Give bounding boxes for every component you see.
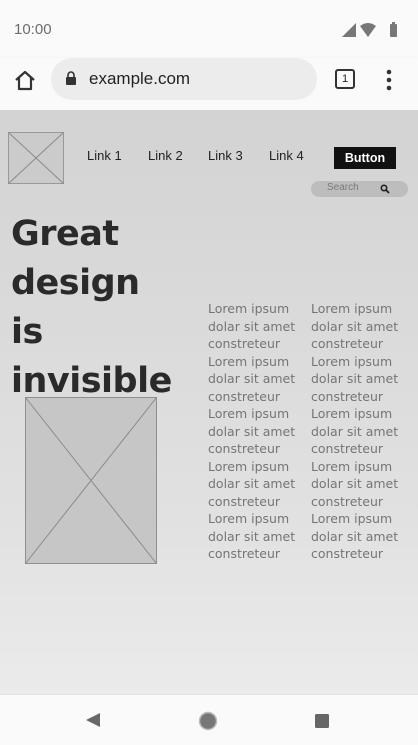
text-line: Lorem ipsum — [311, 458, 393, 474]
text-line: Lorem ipsum — [208, 353, 290, 369]
text-line: Lorem ipsum — [311, 301, 393, 316]
text-line: constreteur — [311, 441, 384, 456]
text-line: dolar sit amet — [311, 476, 399, 491]
text-line: dolar sit amet — [311, 423, 399, 439]
system-nav-bar — [0, 694, 418, 745]
text-line: constreteur — [208, 388, 281, 404]
status-bar: 10:00 — [0, 0, 418, 58]
text-line: constreteur — [208, 493, 281, 509]
back-button[interactable] — [85, 712, 101, 732]
recents-button[interactable] — [314, 713, 330, 733]
logo-placeholder — [8, 132, 64, 184]
nav-link-1[interactable]: Link 1 — [87, 148, 122, 163]
overflow-menu-icon — [386, 69, 392, 91]
home-icon — [198, 711, 218, 731]
tabs-button[interactable]: 1 — [335, 69, 355, 89]
text-line: Lorem ipsum — [311, 353, 393, 369]
url-text: example.com — [89, 69, 191, 88]
text-line: constreteur — [311, 493, 384, 509]
nav-link-4[interactable]: Link 4 — [269, 148, 304, 163]
text-line: constreteur — [208, 336, 281, 351]
hero-image-placeholder — [25, 397, 157, 564]
home-button[interactable] — [12, 68, 38, 94]
nav-link-3[interactable]: Link 3 — [208, 148, 243, 163]
address-bar[interactable]: example.com — [51, 58, 317, 100]
tabs-icon: 1 — [341, 73, 349, 85]
text-line: Lorem ipsum — [208, 301, 290, 316]
text-line: Lorem ipsum — [311, 406, 393, 421]
text-column-2: Lorem ipsum dolar sit amet constreteur L… — [311, 300, 409, 563]
search-input[interactable]: Search — [311, 181, 408, 197]
text-line: Lorem ipsum — [208, 406, 290, 421]
text-line: dolar sit amet — [208, 423, 296, 439]
text-line: dolar sit amet — [311, 371, 399, 386]
text-column-1: Lorem ipsum dolar sit amet constreteur L… — [208, 300, 306, 563]
overflow-menu-button[interactable] — [384, 68, 394, 92]
battery-icon — [390, 22, 397, 37]
back-icon — [86, 713, 100, 727]
signal-icon — [342, 23, 356, 37]
text-line: constreteur — [311, 546, 384, 561]
text-line: dolar sit amet — [311, 528, 399, 544]
image-placeholder-icon — [8, 132, 64, 184]
status-time: 10:00 — [14, 21, 52, 38]
recents-icon — [315, 714, 329, 728]
status-icons — [342, 22, 400, 38]
header-button[interactable]: Button — [334, 147, 396, 169]
search-placeholder: Search — [327, 182, 359, 193]
text-line: constreteur — [208, 546, 281, 561]
text-line: constreteur — [311, 388, 384, 404]
text-line: Lorem ipsum — [208, 458, 290, 474]
image-placeholder-icon — [25, 397, 157, 564]
headline-line: Great design — [11, 214, 140, 303]
text-line: dolar sit amet — [311, 318, 399, 334]
text-line: dolar sit amet — [208, 528, 296, 544]
home-icon — [15, 70, 35, 91]
text-line: dolar sit amet — [208, 318, 296, 334]
text-line: constreteur — [311, 336, 384, 351]
text-line: dolar sit amet — [208, 371, 296, 386]
text-line: Lorem ipsum — [311, 511, 393, 526]
text-line: Lorem ipsum — [208, 511, 290, 526]
wifi-icon — [360, 23, 376, 37]
browser-toolbar: example.com 1 — [0, 58, 418, 111]
web-content: Link 1 Link 2 Link 3 Link 4 Button Searc… — [0, 110, 418, 694]
nav-link-2[interactable]: Link 2 — [148, 148, 183, 163]
text-line: dolar sit amet — [208, 476, 296, 491]
text-line: constreteur — [208, 441, 281, 456]
home-nav-button[interactable] — [198, 711, 218, 735]
lock-icon — [66, 71, 76, 85]
search-icon — [380, 184, 390, 194]
